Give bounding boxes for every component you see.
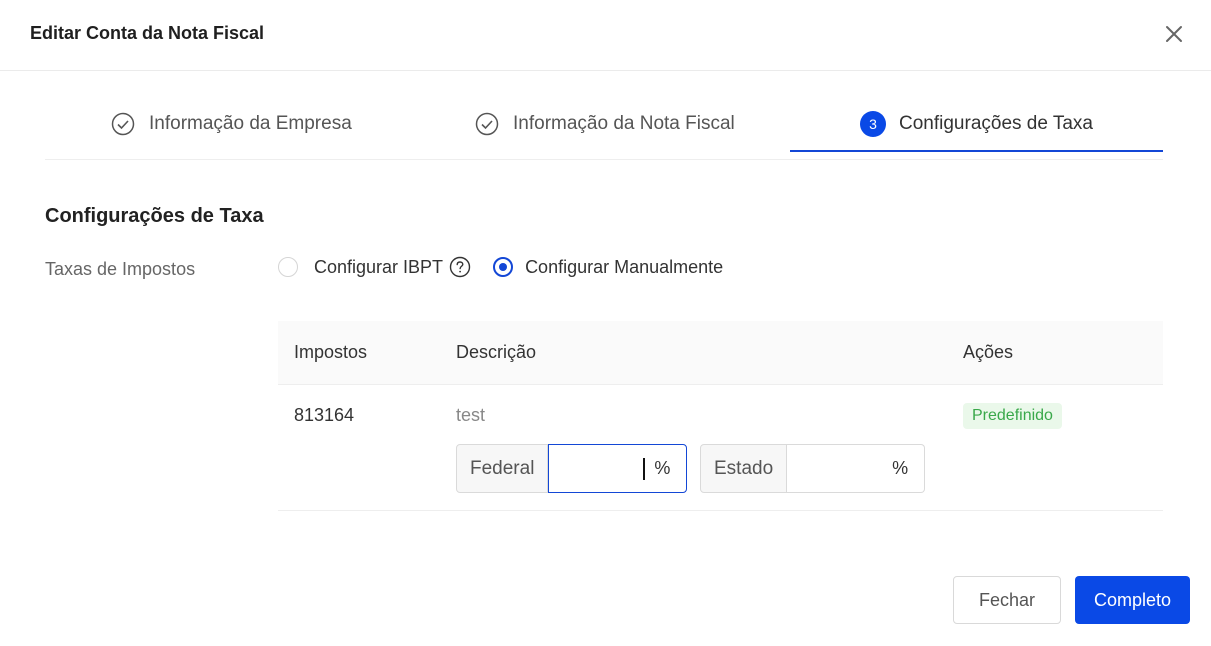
text-caret <box>643 457 646 480</box>
step-label: Informação da Nota Fiscal <box>513 113 735 134</box>
federal-addon-label: Federal <box>456 444 549 493</box>
column-header-actions: Ações <box>963 342 1014 362</box>
help-question-icon[interactable] <box>449 256 471 278</box>
close-button[interactable]: Fechar <box>953 576 1061 624</box>
column-header-description: Descrição <box>456 342 537 362</box>
step-label: Configurações de Taxa <box>899 113 1093 134</box>
percent-suffix: % <box>892 458 909 478</box>
table-row: 813164 test Predefinido Federal % Estado… <box>278 385 1163 511</box>
table-header: Impostos Descrição Ações <box>278 321 1163 385</box>
federal-rate-group: Federal % <box>456 444 688 493</box>
step-tax-settings[interactable]: 3 Configurações de Taxa <box>860 96 1093 152</box>
tax-rates-label: Taxas de Impostos <box>45 259 196 279</box>
edit-invoice-account-dialog: Editar Conta da Nota Fiscal Informação d… <box>0 0 1211 646</box>
step-invoice-info[interactable]: Informação da Nota Fiscal <box>475 96 735 152</box>
complete-button[interactable]: Completo <box>1075 576 1190 624</box>
radio-configure-ibpt[interactable]: Configurar IBPT <box>278 256 493 278</box>
section-title: Configurações de Taxa <box>45 205 264 227</box>
step-company-info[interactable]: Informação da Empresa <box>111 96 352 152</box>
percent-suffix: % <box>654 458 671 478</box>
tax-table: Impostos Descrição Ações 813164 test Pre… <box>278 321 1163 511</box>
radio-button[interactable] <box>278 257 298 277</box>
radio-configure-manual[interactable]: Configurar Manualmente <box>493 257 723 278</box>
column-header-taxes: Impostos <box>294 342 368 362</box>
state-rate-input[interactable]: % <box>787 444 926 493</box>
state-rate-group: Estado % <box>700 444 926 493</box>
step-number-badge: 3 <box>860 111 886 137</box>
radio-label: Configurar IBPT <box>314 256 444 277</box>
dialog-header: Editar Conta da Nota Fiscal <box>0 0 1211 71</box>
tax-mode-radio-group: Configurar IBPT Configurar Manualmente <box>278 256 723 278</box>
step-label: Informação da Empresa <box>149 113 352 134</box>
federal-rate-input[interactable]: % <box>548 444 688 493</box>
close-icon[interactable] <box>1160 20 1188 48</box>
default-badge: Predefinido <box>963 403 1062 429</box>
tax-code: 813164 <box>294 405 355 425</box>
dialog-title: Editar Conta da Nota Fiscal <box>30 23 265 43</box>
check-circle-icon <box>111 112 135 136</box>
check-circle-icon <box>475 112 499 136</box>
radio-label: Configurar Manualmente <box>525 256 724 277</box>
state-addon-label: Estado <box>700 444 788 493</box>
active-step-underline <box>790 150 1163 152</box>
tax-description: test <box>456 405 486 425</box>
stepper: Informação da Empresa Informação da Nota… <box>45 96 1163 160</box>
radio-button-selected[interactable] <box>493 257 514 277</box>
